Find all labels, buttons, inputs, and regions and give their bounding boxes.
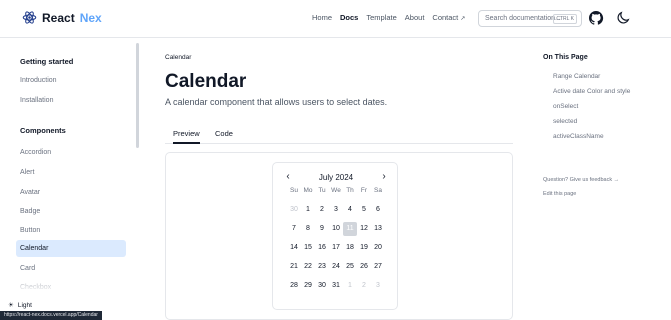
- top-navigation-bar: React Nex Home Docs Template About Conta…: [0, 0, 671, 38]
- calendar-day[interactable]: 29: [301, 279, 315, 293]
- edit-page-link[interactable]: Edit this page: [543, 191, 576, 197]
- theme-toggle[interactable]: ☀ Light: [8, 301, 32, 310]
- toc-item-range-calendar[interactable]: Range Calendar: [553, 73, 600, 80]
- calendar-day[interactable]: 28: [287, 279, 301, 293]
- sidebar-item-badge[interactable]: Badge: [16, 203, 126, 220]
- sidebar-item-avatar[interactable]: Avatar: [16, 184, 126, 201]
- main-nav: Home Docs Template About Contact ↗: [312, 13, 465, 22]
- calendar-day[interactable]: 2: [357, 279, 371, 293]
- calendar-day[interactable]: 21: [287, 260, 301, 274]
- calendar-day[interactable]: 7: [287, 222, 301, 236]
- calendar-day[interactable]: 13: [371, 222, 385, 236]
- weekday-label: Fr: [360, 187, 368, 194]
- calendar-day[interactable]: 1: [301, 203, 315, 217]
- toc-item-active-date[interactable]: Active date Color and style: [553, 88, 630, 95]
- brand-logo-link[interactable]: React Nex: [22, 10, 102, 25]
- sun-icon: ☀: [8, 302, 14, 309]
- nav-template[interactable]: Template: [366, 13, 396, 22]
- weekday-label: Su: [290, 187, 298, 194]
- calendar-day[interactable]: 3: [371, 279, 385, 293]
- weekday-label: Tu: [318, 187, 326, 194]
- tab-code[interactable]: Code: [215, 129, 233, 138]
- calendar-day[interactable]: 6: [371, 203, 385, 217]
- search-shortcut-badge: CTRL K: [553, 14, 577, 24]
- toc-item-onselect[interactable]: onSelect: [553, 103, 578, 110]
- sidebar-item-alert[interactable]: Alert: [16, 164, 126, 181]
- toc-item-activeclassname[interactable]: activeClassName: [553, 133, 604, 140]
- brand-accent: Nex: [79, 10, 102, 25]
- tab-bar: Preview Code: [165, 124, 513, 144]
- calendar-day[interactable]: 12: [357, 222, 371, 236]
- theme-label: Light: [17, 301, 32, 309]
- sidebar-heading-components: Components: [20, 126, 66, 135]
- status-bar-url: https://react-nex.docs.vercel.app/Calend…: [0, 311, 102, 320]
- nav-contact-label: Contact: [432, 13, 459, 22]
- calendar-day[interactable]: 19: [357, 241, 371, 255]
- weekday-label: Sa: [374, 187, 382, 194]
- page-description: A calendar component that allows users t…: [165, 97, 388, 107]
- react-logo-icon: [22, 11, 37, 24]
- sidebar-heading-getting-started: Getting started: [20, 57, 74, 66]
- sidebar-item-installation[interactable]: Installation: [16, 92, 126, 109]
- nav-home[interactable]: Home: [312, 13, 332, 22]
- calendar-day[interactable]: 1: [343, 279, 357, 293]
- calendar-day[interactable]: 26: [357, 260, 371, 274]
- moon-icon[interactable]: [615, 10, 631, 26]
- toc-title: On This Page: [543, 54, 588, 61]
- calendar-day[interactable]: 5: [357, 203, 371, 217]
- brand-name: React: [42, 10, 75, 25]
- weekday-label: We: [331, 187, 341, 194]
- sidebar-fade: [0, 272, 140, 292]
- calendar-day[interactable]: 24: [329, 260, 343, 274]
- calendar-day[interactable]: 3: [329, 203, 343, 217]
- calendar-day[interactable]: 30: [315, 279, 329, 293]
- calendar-day[interactable]: 14: [287, 241, 301, 255]
- sidebar-item-calendar[interactable]: Calendar: [16, 240, 126, 257]
- calendar-header: ‹ July 2024 ›: [273, 171, 399, 185]
- calendar-day[interactable]: 16: [315, 241, 329, 255]
- nav-contact[interactable]: Contact ↗: [432, 13, 465, 22]
- feedback-link[interactable]: Question? Give us feedback →: [543, 177, 619, 183]
- weekday-label: Mo: [303, 187, 313, 194]
- search-placeholder: Search documentation...: [485, 15, 561, 22]
- calendar-day[interactable]: 15: [301, 241, 315, 255]
- calendar-weekdays: Su Mo Tu We Th Fr Sa: [287, 187, 385, 194]
- calendar-day[interactable]: 4: [343, 203, 357, 217]
- calendar-day-highlighted[interactable]: 11: [343, 222, 357, 236]
- tab-preview[interactable]: Preview: [173, 129, 200, 144]
- page-title: Calendar: [165, 71, 247, 92]
- sidebar-item-button[interactable]: Button: [16, 222, 126, 239]
- github-icon[interactable]: [588, 10, 604, 26]
- calendar-day[interactable]: 30: [287, 203, 301, 217]
- calendar-day[interactable]: 22: [301, 260, 315, 274]
- chevron-right-icon[interactable]: ›: [378, 171, 390, 182]
- sidebar-item-accordion[interactable]: Accordion: [16, 144, 126, 161]
- calendar-day[interactable]: 2: [315, 203, 329, 217]
- calendar-day[interactable]: 27: [371, 260, 385, 274]
- toc-item-selected[interactable]: selected: [553, 118, 577, 125]
- calendar-day[interactable]: 17: [329, 241, 343, 255]
- external-link-icon: ↗: [460, 16, 466, 22]
- calendar-day[interactable]: 31: [329, 279, 343, 293]
- calendar-day[interactable]: 10: [329, 222, 343, 236]
- calendar-day[interactable]: 20: [371, 241, 385, 255]
- calendar-day-grid: 30 1 2 3 4 5 6 7 8 9 10 11 12 13 14 15 1…: [287, 203, 385, 293]
- breadcrumb: Calendar: [165, 54, 192, 61]
- search-input[interactable]: Search documentation... CTRL K: [478, 10, 582, 27]
- sidebar-item-introduction[interactable]: Introduction: [16, 72, 126, 89]
- nav-docs[interactable]: Docs: [340, 13, 358, 22]
- calendar-day[interactable]: 8: [301, 222, 315, 236]
- weekday-label: Th: [346, 187, 354, 194]
- sidebar-scrollbar[interactable]: [136, 43, 139, 148]
- calendar-day[interactable]: 25: [343, 260, 357, 274]
- calendar-widget: ‹ July 2024 › Su Mo Tu We Th Fr Sa 30 1 …: [272, 162, 398, 310]
- nav-about[interactable]: About: [405, 13, 425, 22]
- calendar-day[interactable]: 9: [315, 222, 329, 236]
- calendar-day[interactable]: 18: [343, 241, 357, 255]
- calendar-day[interactable]: 23: [315, 260, 329, 274]
